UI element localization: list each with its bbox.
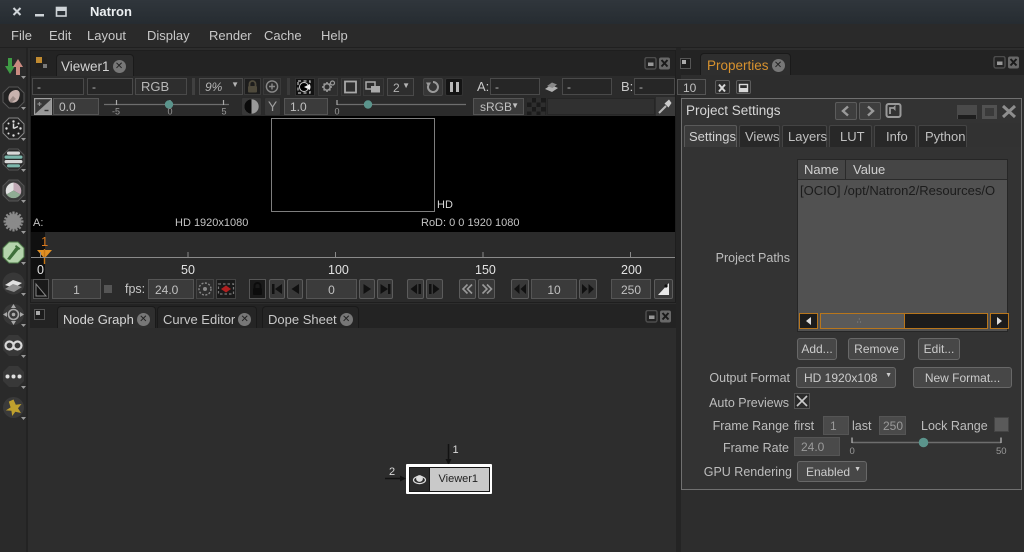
svg-text:150: 150 [475,263,496,277]
svg-text:50: 50 [996,446,1007,457]
svg-text:2: 2 [389,466,395,478]
svg-text:0: 0 [37,263,44,277]
svg-text:1: 1 [453,444,459,456]
svg-text:100: 100 [328,263,349,277]
svg-text:0: 0 [168,107,173,117]
svg-text:50: 50 [181,263,195,277]
svg-text:0: 0 [335,107,340,117]
svg-text:-5: -5 [112,107,120,117]
svg-text:0: 0 [850,446,855,457]
svg-text:1: 1 [41,234,48,249]
svg-text:5: 5 [222,107,227,117]
svg-text:200: 200 [621,263,642,277]
